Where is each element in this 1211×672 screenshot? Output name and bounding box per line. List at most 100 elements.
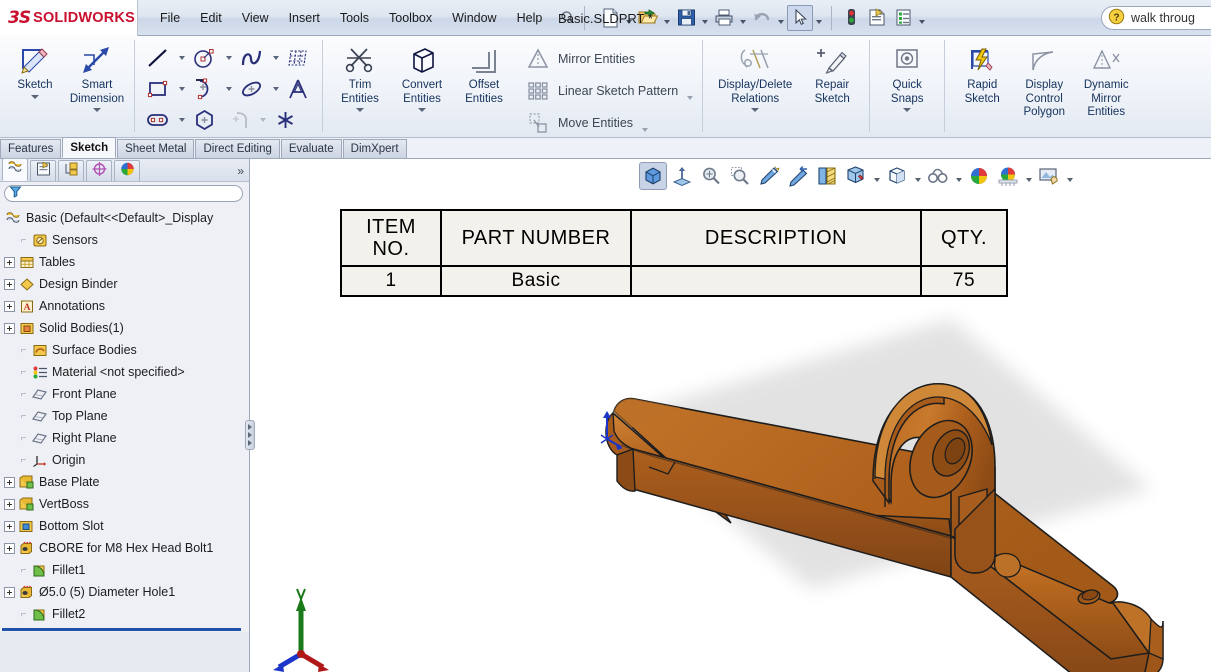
- property-manager-tab[interactable]: [30, 160, 56, 181]
- tree-node-origin[interactable]: ⌐ Origin: [0, 449, 249, 471]
- line-dropdown[interactable]: [175, 43, 188, 72]
- trim-entities-dropdown[interactable]: [356, 108, 364, 112]
- expand-toggle[interactable]: [4, 279, 15, 290]
- view-orientation-button[interactable]: [639, 162, 667, 190]
- rectangle-dropdown[interactable]: [175, 74, 188, 103]
- move-entities-dropdown[interactable]: [638, 109, 651, 137]
- section-plane-button[interactable]: [813, 162, 841, 190]
- filter-input[interactable]: [4, 185, 243, 202]
- zoom-to-fit-button[interactable]: [697, 162, 725, 190]
- smart-dimension-dropdown[interactable]: [93, 108, 101, 112]
- scene-button[interactable]: [994, 162, 1022, 190]
- display-style-dropdown[interactable]: [871, 162, 882, 190]
- menu-edit[interactable]: Edit: [191, 8, 231, 28]
- spline-dropdown[interactable]: [269, 43, 282, 72]
- display-style-button[interactable]: [842, 162, 870, 190]
- move-entities-button[interactable]: Move Entities: [523, 107, 696, 139]
- tab-sketch[interactable]: Sketch: [62, 137, 116, 158]
- display-control-polygon-button[interactable]: Display Control Polygon: [1013, 38, 1075, 119]
- tree-node-tables[interactable]: Tables: [0, 251, 249, 273]
- trim-entities-button[interactable]: Trim Entities: [329, 38, 391, 112]
- fillet-sketch-icon[interactable]: [222, 105, 256, 134]
- menu-insert[interactable]: Insert: [280, 8, 329, 28]
- tree-node-base-plate[interactable]: Base Plate: [0, 471, 249, 493]
- save-button[interactable]: [673, 5, 699, 31]
- linear-sketch-pattern-button[interactable]: Linear Sketch Pattern: [523, 75, 696, 107]
- mirror-entities-button[interactable]: Mirror Entities: [523, 43, 696, 75]
- tree-node-top-plane[interactable]: ⌐ Top Plane: [0, 405, 249, 427]
- view-section-back-button[interactable]: [784, 162, 812, 190]
- pin-icon[interactable]: [556, 10, 578, 25]
- tree-node-material[interactable]: ⌐ Material <not specified>: [0, 361, 249, 383]
- menu-window[interactable]: Window: [443, 8, 505, 28]
- display-manager-tab[interactable]: [114, 160, 140, 181]
- configuration-manager-tab[interactable]: [58, 160, 84, 181]
- tree-node-fillet2[interactable]: ⌐ Fillet2: [0, 603, 249, 625]
- polygon-icon[interactable]: [188, 105, 222, 134]
- tree-node-design-binder[interactable]: Design Binder: [0, 273, 249, 295]
- bracket-solid-model[interactable]: [251, 159, 1211, 672]
- tree-node-cbore-m8[interactable]: CBORE for M8 Hex Head Bolt1: [0, 537, 249, 559]
- expand-toggle[interactable]: [4, 257, 15, 268]
- slot-dropdown[interactable]: [175, 105, 188, 134]
- expand-toggle[interactable]: [4, 499, 15, 510]
- expand-toggle[interactable]: [4, 477, 15, 488]
- smart-dimension-button[interactable]: Smart Dimension: [66, 38, 128, 112]
- tree-node-front-plane[interactable]: ⌐ Front Plane: [0, 383, 249, 405]
- file-properties-button[interactable]: [864, 5, 890, 31]
- expand-toggle[interactable]: [4, 301, 15, 312]
- rollback-bar[interactable]: [2, 628, 241, 631]
- tab-features[interactable]: Features: [0, 139, 61, 158]
- quick-snaps-dropdown[interactable]: [903, 108, 911, 112]
- tree-node-diameter-hole1[interactable]: Ø5.0 (5) Diameter Hole1: [0, 581, 249, 603]
- view-settings-dropdown[interactable]: [953, 162, 964, 190]
- display-delete-relations-button[interactable]: Display/Delete Relations: [709, 38, 801, 112]
- expand-toggle[interactable]: [4, 543, 15, 554]
- arc-dropdown[interactable]: [222, 74, 235, 103]
- line-icon[interactable]: [141, 43, 175, 72]
- sketch-button[interactable]: Sketch: [4, 38, 66, 99]
- zoom-to-area-button[interactable]: [726, 162, 754, 190]
- circle-dropdown[interactable]: [222, 43, 235, 72]
- offset-entities-button[interactable]: Offset Entities: [453, 38, 515, 105]
- display-delete-relations-dropdown[interactable]: [751, 108, 759, 112]
- rectangle-icon[interactable]: [141, 74, 175, 103]
- spline-icon[interactable]: [235, 43, 269, 72]
- undo-caret[interactable]: [775, 5, 787, 31]
- print-button[interactable]: [711, 5, 737, 31]
- expand-toggle[interactable]: [4, 587, 15, 598]
- menu-file[interactable]: File: [151, 8, 189, 28]
- help-search-box[interactable]: ? walk throug: [1101, 6, 1211, 30]
- hide-show-items-button[interactable]: [883, 162, 911, 190]
- tree-node-solid-bodies[interactable]: Solid Bodies(1): [0, 317, 249, 339]
- expand-toggle[interactable]: [4, 323, 15, 334]
- fillet-sketch-dropdown[interactable]: [256, 105, 269, 134]
- section-view-button[interactable]: [755, 162, 783, 190]
- menu-help[interactable]: Help: [508, 8, 552, 28]
- options-button[interactable]: [890, 5, 916, 31]
- apply-scene-button[interactable]: [1035, 162, 1063, 190]
- open-document-caret[interactable]: [661, 5, 673, 31]
- feature-manager-tab[interactable]: [2, 158, 28, 181]
- tree-node-right-plane[interactable]: ⌐ Right Plane: [0, 427, 249, 449]
- sketch-pattern-icon[interactable]: [282, 43, 316, 72]
- menu-tools[interactable]: Tools: [331, 8, 378, 28]
- circle-icon[interactable]: [188, 43, 222, 72]
- dimxpert-manager-tab[interactable]: [86, 160, 112, 181]
- sketch-button-dropdown[interactable]: [31, 95, 39, 99]
- options-caret[interactable]: [916, 5, 928, 31]
- chevron-double-right-icon[interactable]: »: [237, 164, 244, 178]
- dynamic-mirror-entities-button[interactable]: Dynamic Mirror Entities: [1075, 38, 1137, 119]
- scene-dropdown[interactable]: [1023, 162, 1034, 190]
- text-icon[interactable]: [282, 74, 316, 103]
- expand-toggle[interactable]: [4, 521, 15, 532]
- select-caret[interactable]: [813, 5, 825, 31]
- convert-entities-button[interactable]: Convert Entities: [391, 38, 453, 112]
- tab-evaluate[interactable]: Evaluate: [281, 139, 342, 158]
- menu-toolbox[interactable]: Toolbox: [380, 8, 441, 28]
- quick-snaps-button[interactable]: Quick Snaps: [876, 38, 938, 112]
- tree-node-bottom-slot[interactable]: Bottom Slot: [0, 515, 249, 537]
- new-document-caret[interactable]: [623, 5, 635, 31]
- undo-button[interactable]: [749, 5, 775, 31]
- convert-entities-dropdown[interactable]: [418, 108, 426, 112]
